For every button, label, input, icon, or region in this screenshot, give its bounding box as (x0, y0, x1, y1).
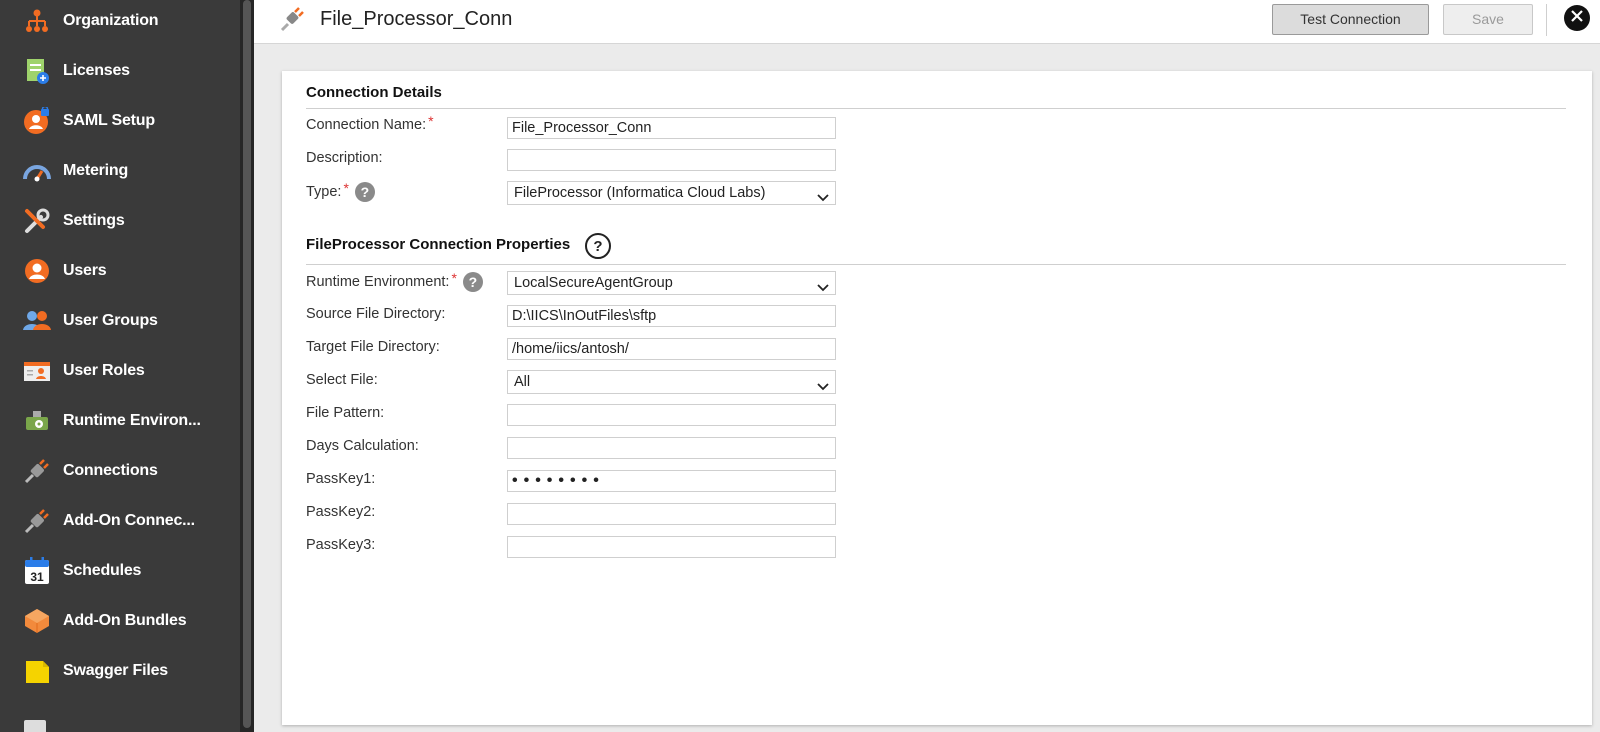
sidebar-item-partial (24, 720, 46, 732)
close-icon (1571, 9, 1583, 27)
days-calculation-input[interactable] (507, 437, 836, 459)
required-marker: * (428, 113, 434, 129)
save-button[interactable]: Save (1443, 4, 1533, 35)
file-pattern-label: File Pattern: (306, 405, 385, 421)
scrollbar-thumb[interactable] (243, 0, 251, 728)
sidebar-item-user-groups[interactable]: User Groups (0, 296, 240, 346)
saml-lock-user-icon (22, 106, 52, 136)
sidebar-item-label: Swagger Files (63, 662, 168, 679)
select-file-value: All (514, 374, 531, 390)
section-divider (306, 264, 1566, 265)
sidebar-item-label: Organization (63, 12, 159, 29)
sidebar-item-label: Add-On Connec... (63, 512, 195, 529)
sidebar-item-metering[interactable]: Metering (0, 146, 240, 196)
user-icon (22, 256, 52, 286)
source-file-directory-label: Source File Directory: (306, 306, 446, 322)
plug-icon (22, 456, 52, 486)
sidebar-item-swagger-files[interactable]: Swagger Files (0, 646, 240, 696)
source-file-directory-input[interactable]: D:\IICS\InOutFiles\sftp (507, 305, 836, 327)
sidebar-item-label: Schedules (63, 562, 142, 579)
help-icon[interactable]: ? (462, 272, 483, 292)
type-select-value: FileProcessor (Informatica Cloud Labs) (514, 185, 766, 201)
calendar-icon: 31 (22, 556, 52, 586)
sidebar-item-users[interactable]: Users (0, 246, 240, 296)
select-file-select[interactable]: All (507, 370, 836, 394)
target-file-directory-input[interactable]: /home/iics/antosh/ (507, 338, 836, 360)
sidebar-scrollbar[interactable] (240, 0, 254, 732)
required-marker: * (343, 180, 349, 196)
close-button[interactable] (1564, 5, 1590, 31)
sidebar-item-addon-bundles[interactable]: Add-On Bundles (0, 596, 240, 646)
sidebar-item-user-roles[interactable]: User Roles (0, 346, 240, 396)
type-select[interactable]: FileProcessor (Informatica Cloud Labs) (507, 181, 836, 205)
header-divider (1546, 4, 1547, 36)
sidebar-item-organization[interactable]: Organization (0, 0, 240, 46)
wrench-screwdriver-icon (22, 206, 52, 236)
description-input[interactable] (507, 149, 836, 171)
section-divider (306, 108, 1566, 109)
description-label: Description: (306, 150, 383, 166)
user-group-icon (22, 306, 52, 336)
sidebar-item-settings[interactable]: Settings (0, 196, 240, 246)
test-connection-button[interactable]: Test Connection (1272, 4, 1429, 35)
runtime-environment-label: Runtime Environment: * ? (306, 270, 483, 292)
user-role-card-icon (22, 356, 52, 386)
sidebar: Organization Licenses SAML Setup Meterin… (0, 0, 240, 732)
fileprocessor-properties-heading: FileProcessor Connection Properties (306, 236, 571, 253)
bundle-box-icon (22, 606, 52, 636)
sidebar-item-licenses[interactable]: Licenses (0, 46, 240, 96)
type-label: Type: * ? (306, 180, 375, 202)
chevron-down-icon (817, 377, 829, 391)
page-header: File_Processor_Conn Test Connection Save (254, 0, 1600, 44)
sidebar-item-runtime-environments[interactable]: Runtime Environ... (0, 396, 240, 446)
plug-icon (280, 6, 306, 32)
passkey2-input[interactable] (507, 503, 836, 525)
runtime-gear-icon (22, 406, 52, 436)
sidebar-item-label: Licenses (63, 62, 130, 79)
target-file-directory-label: Target File Directory: (306, 339, 440, 355)
required-marker: * (451, 270, 457, 286)
sidebar-item-label: Settings (63, 212, 125, 229)
swagger-file-icon (22, 656, 52, 686)
chevron-down-icon (817, 278, 829, 292)
sidebar-item-label: User Groups (63, 312, 158, 329)
sidebar-item-label: Users (63, 262, 107, 279)
sidebar-item-label: Connections (63, 462, 158, 479)
sidebar-item-label: Runtime Environ... (63, 412, 201, 429)
license-icon (22, 56, 52, 86)
file-pattern-input[interactable] (507, 404, 836, 426)
sidebar-item-label: Add-On Bundles (63, 612, 187, 629)
sidebar-item-connections[interactable]: Connections (0, 446, 240, 496)
connection-form-panel: Connection Details Connection Name: * Fil… (282, 71, 1592, 725)
passkey3-input[interactable] (507, 536, 836, 558)
connection-name-label: Connection Name: * (306, 113, 434, 133)
connection-name-input[interactable]: File_Processor_Conn (507, 117, 836, 139)
page-title: File_Processor_Conn (320, 8, 513, 30)
passkey1-label: PassKey1: (306, 471, 376, 487)
passkey3-label: PassKey3: (306, 537, 376, 553)
runtime-environment-select[interactable]: LocalSecureAgentGroup (507, 271, 836, 295)
gauge-icon (22, 156, 52, 186)
addon-plug-icon (22, 506, 52, 536)
sidebar-item-label: User Roles (63, 362, 145, 379)
chevron-down-icon (817, 188, 829, 202)
svg-text:31: 31 (30, 570, 44, 584)
select-file-label: Select File: (306, 372, 378, 388)
passkey1-input[interactable]: •••••••• (507, 470, 836, 492)
help-icon[interactable]: ? (585, 233, 611, 259)
sidebar-item-schedules[interactable]: 31 Schedules (0, 546, 240, 596)
sidebar-item-label: Metering (63, 162, 129, 179)
days-calculation-label: Days Calculation: (306, 438, 419, 454)
org-chart-icon (22, 6, 52, 36)
sidebar-item-saml-setup[interactable]: SAML Setup (0, 96, 240, 146)
sidebar-item-label: SAML Setup (63, 112, 155, 129)
passkey2-label: PassKey2: (306, 504, 376, 520)
help-icon[interactable]: ? (354, 182, 375, 202)
sidebar-item-addon-connectors[interactable]: Add-On Connec... (0, 496, 240, 546)
runtime-environment-value: LocalSecureAgentGroup (514, 275, 673, 291)
connection-details-heading: Connection Details (306, 84, 442, 101)
